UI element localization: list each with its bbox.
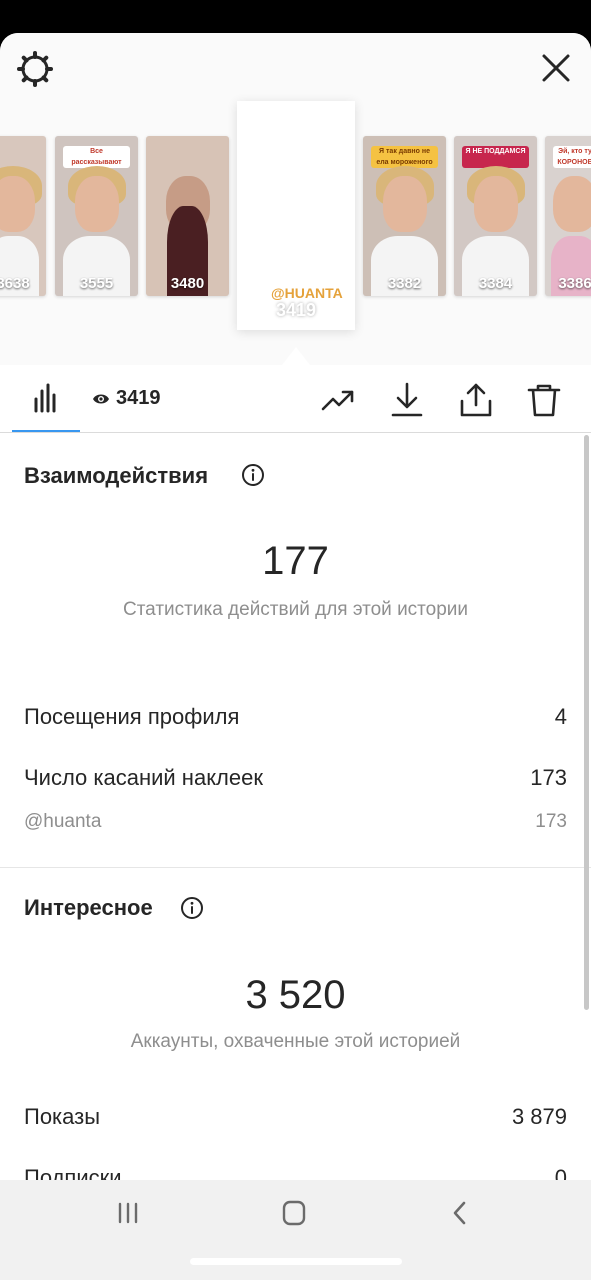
- story-thumbnail[interactable]: Я так давно не ела мороженого 3382: [363, 136, 446, 296]
- profile-visits-row: Посещения профиля 4: [24, 704, 567, 730]
- gear-icon[interactable]: [16, 50, 54, 88]
- story-view-count: 3384: [478, 275, 513, 292]
- discovery-total-label: Аккаунты, охваченные этой историей: [130, 1031, 461, 1052]
- story-banner-text: Все рассказывают АНЯ тут: [63, 146, 130, 177]
- share-icon[interactable]: [457, 381, 495, 419]
- story-thumbnail[interactable]: 3638: [0, 136, 46, 296]
- trending-up-icon[interactable]: [319, 381, 357, 419]
- home-indicator[interactable]: [190, 1258, 402, 1265]
- story-view-count: 3419: [275, 300, 317, 320]
- story-sticker-tag: @HUANTA: [271, 285, 343, 301]
- story-banner-text: Я НЕ ПОДДАМСЯ: [462, 146, 529, 168]
- system-nav-bar: [0, 1180, 591, 1280]
- story-thumbnail[interactable]: Эй, кто ту КОРОНОВ 3386: [545, 136, 591, 296]
- row-value: 173: [530, 765, 567, 790]
- trash-icon[interactable]: [525, 381, 563, 419]
- sticker-mention-row[interactable]: @huanta 173: [24, 811, 567, 833]
- row-label: Показы: [24, 1104, 101, 1129]
- story-strip: 3638 Все рассказывают АНЯ тут 3555 3480 …: [0, 33, 591, 365]
- row-label: Подписки: [24, 1165, 122, 1180]
- story-thumbnail[interactable]: Все рассказывают АНЯ тут 3555: [55, 136, 138, 296]
- selected-pointer: [282, 347, 310, 365]
- download-icon[interactable]: [388, 381, 426, 419]
- story-thumbnail[interactable]: 3480: [146, 136, 229, 296]
- home-icon[interactable]: [274, 1198, 314, 1228]
- story-view-count: 3555: [79, 275, 114, 292]
- info-icon[interactable]: [241, 463, 265, 487]
- recents-icon[interactable]: [108, 1198, 148, 1228]
- row-value: 173: [535, 811, 567, 832]
- row-label: @huanta: [24, 811, 102, 832]
- row-value: 3 879: [511, 1104, 567, 1129]
- views-count: 3419: [92, 387, 161, 410]
- selected-story[interactable]: @HUANTA 3419: [237, 101, 355, 330]
- active-tab-indicator: [12, 430, 80, 432]
- info-icon[interactable]: [180, 896, 204, 920]
- discovery-total: 3 520: [245, 973, 346, 1017]
- insights-content: Взаимодействия 177 Статистика действий д…: [0, 433, 591, 1180]
- section-divider: [0, 867, 591, 868]
- sticker-taps-row: Число касаний наклеек 173: [24, 765, 567, 791]
- eye-icon: [93, 394, 109, 403]
- views-value: 3419: [116, 387, 161, 409]
- interactions-total-label: Статистика действий для этой истории: [122, 599, 469, 620]
- impressions-row: Показы 3 879: [24, 1104, 567, 1130]
- discovery-title: Интересное: [24, 895, 153, 920]
- story-toolbar: 3419: [0, 365, 591, 433]
- story-view-count: 3480: [170, 275, 205, 292]
- scrollbar[interactable]: [584, 435, 589, 1010]
- close-icon[interactable]: [538, 50, 574, 86]
- story-view-count: 3638: [0, 275, 30, 292]
- row-value: 4: [554, 704, 567, 729]
- story-insights-sheet: 3638 Все рассказывают АНЯ тут 3555 3480 …: [0, 33, 591, 1180]
- bar-chart-icon[interactable]: [12, 365, 80, 433]
- interactions-total: 177: [262, 539, 329, 583]
- story-view-count: 3382: [387, 275, 422, 292]
- story-banner-text: Эй, кто ту КОРОНОВ: [553, 146, 591, 168]
- story-view-count: 3386: [558, 275, 591, 292]
- row-label: Посещения профиля: [24, 704, 240, 729]
- story-thumbnail[interactable]: Я НЕ ПОДДАМСЯ 3384: [454, 136, 537, 296]
- back-icon[interactable]: [440, 1198, 480, 1228]
- interactions-title: Взаимодействия: [24, 463, 209, 488]
- row-label: Число касаний наклеек: [24, 765, 263, 790]
- story-banner-text: Я так давно не ела мороженого: [371, 146, 438, 168]
- follows-row: Подписки 0: [24, 1165, 567, 1180]
- row-value: 0: [554, 1165, 567, 1180]
